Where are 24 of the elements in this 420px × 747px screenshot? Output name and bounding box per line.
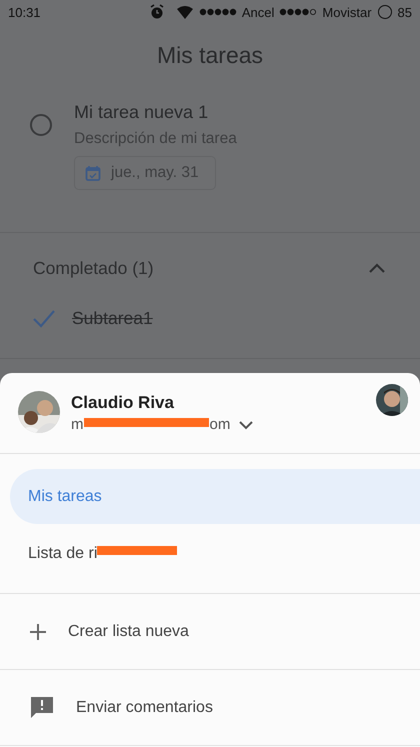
status-time: 10:31 <box>8 4 42 20</box>
feedback-icon <box>30 696 54 719</box>
email-text: m <box>71 416 84 433</box>
battery-level: 85 <box>398 4 412 20</box>
task-checkbox[interactable] <box>30 114 52 136</box>
completed-task-title: Subtarea1 <box>72 308 153 328</box>
wifi-icon <box>176 4 194 20</box>
check-icon[interactable] <box>33 308 55 328</box>
chevron-down-icon[interactable] <box>238 420 254 430</box>
email-text: om <box>210 416 230 433</box>
alarm-icon <box>148 4 165 20</box>
carrier-name: Ancel <box>242 4 274 20</box>
collapse-icon[interactable] <box>368 262 386 274</box>
task-title: Mi tarea nueva 1 <box>74 102 210 123</box>
calendar-icon <box>85 165 101 181</box>
menu-item[interactable]: Enviar comentarios <box>76 698 213 716</box>
menu-item[interactable]: Crear lista nueva <box>68 622 189 640</box>
plus-icon <box>30 624 46 640</box>
carrier-name: Movistar <box>322 4 372 20</box>
battery-icon <box>376 4 393 20</box>
list-item[interactable]: Lista de ri <box>10 526 98 581</box>
section-title: Completado (1) <box>33 258 154 278</box>
account-name: Claudio Riva <box>71 393 175 413</box>
screen-title: Mis tareas <box>156 42 264 68</box>
